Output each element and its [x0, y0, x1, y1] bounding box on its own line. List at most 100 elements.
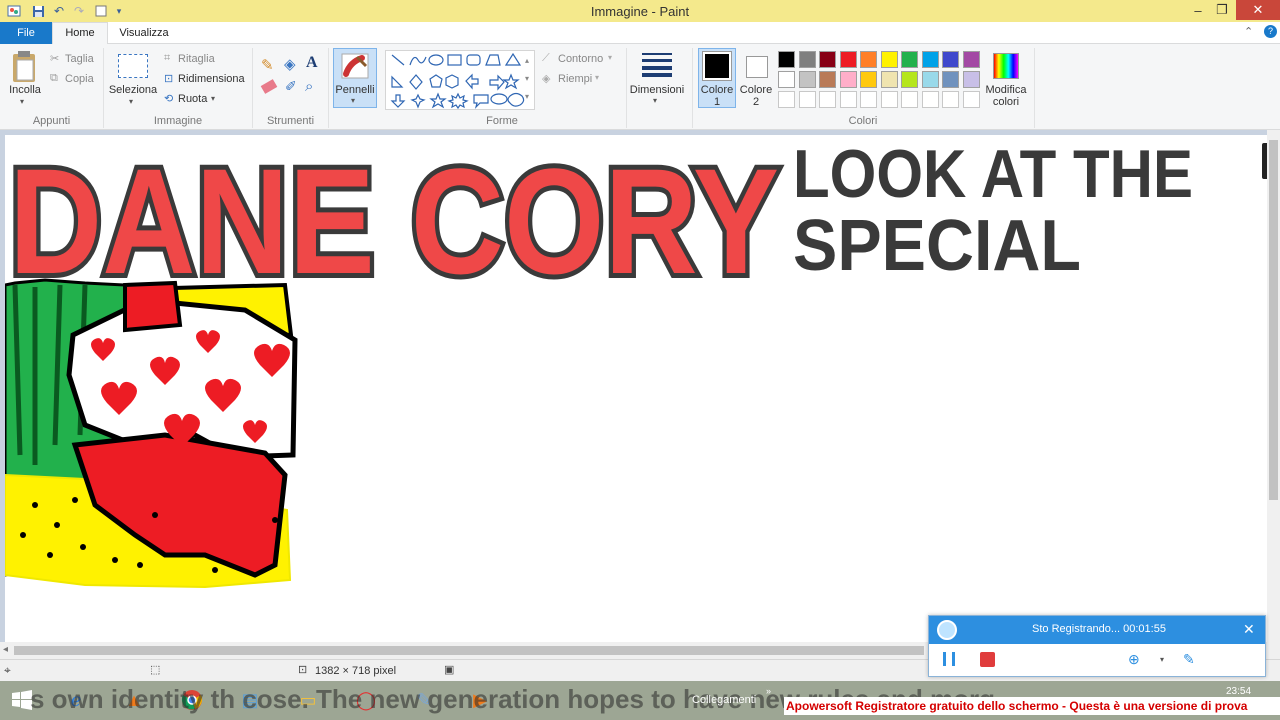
- cut-icon[interactable]: ✂: [50, 52, 59, 65]
- palette-color-swatch[interactable]: [921, 71, 939, 88]
- text-tool-icon[interactable]: A: [306, 54, 318, 72]
- collapse-ribbon-icon[interactable]: ⌃: [1244, 25, 1253, 38]
- fill-icon[interactable]: ◈: [542, 72, 550, 85]
- outline-dropdown-icon[interactable]: ▾: [608, 53, 612, 62]
- custom-color-slot[interactable]: [798, 91, 816, 108]
- paste-dropdown-icon[interactable]: ▾: [20, 97, 24, 106]
- canvas-title-right-line1: LOOK AT THE: [793, 136, 1193, 212]
- palette-color-swatch[interactable]: [798, 71, 816, 88]
- horizontal-scroll-thumb[interactable]: [14, 646, 924, 655]
- restore-button[interactable]: ❐: [1208, 0, 1236, 20]
- brush-icon: [340, 52, 370, 83]
- custom-color-slot[interactable]: [901, 91, 918, 108]
- size-dropdown-icon[interactable]: ▾: [653, 96, 657, 105]
- palette-color-swatch[interactable]: [819, 71, 836, 88]
- select-icon[interactable]: [118, 54, 148, 78]
- shapes-scroll-down-icon[interactable]: ▾: [525, 74, 529, 83]
- palette-color-swatch[interactable]: [819, 51, 836, 68]
- custom-color-slot[interactable]: [921, 91, 939, 108]
- color2-number: 2: [752, 96, 760, 108]
- color1-label: Colore: [700, 84, 734, 96]
- palette-color-swatch[interactable]: [880, 51, 898, 68]
- select-dropdown-icon[interactable]: ▾: [129, 97, 133, 106]
- color2-swatch[interactable]: [746, 56, 768, 78]
- tab-home[interactable]: Home: [52, 22, 108, 45]
- palette-color-swatch[interactable]: [880, 71, 898, 88]
- cut-button[interactable]: Taglia: [65, 53, 94, 65]
- outline-button[interactable]: Contorno: [558, 53, 603, 65]
- artwork: DANE CORY LOOK AT THE SPECIAL: [5, 135, 1193, 589]
- ribbon: Incolla ▾ ✂ Taglia ⧉ Copia Appunti Selez…: [0, 44, 1280, 130]
- palette-color-swatch[interactable]: [839, 71, 857, 88]
- tab-file[interactable]: File: [0, 22, 52, 44]
- eraser-icon[interactable]: [260, 79, 278, 94]
- palette-color-swatch[interactable]: [860, 71, 877, 88]
- resize-icon[interactable]: ⊡: [164, 72, 173, 85]
- palette-color-swatch[interactable]: [942, 51, 959, 68]
- palette-color-swatch[interactable]: [921, 51, 939, 68]
- custom-color-slot[interactable]: [880, 91, 898, 108]
- size-label[interactable]: Dimensioni: [628, 84, 686, 96]
- custom-color-slot[interactable]: [942, 91, 959, 108]
- brushes-dropdown-icon[interactable]: ▾: [351, 96, 355, 105]
- palette-color-swatch[interactable]: [942, 71, 959, 88]
- rotate-dropdown-icon[interactable]: ▾: [211, 94, 215, 103]
- fill-dropdown-icon[interactable]: ▾: [595, 73, 599, 82]
- copy-button[interactable]: Copia: [65, 73, 94, 85]
- recorder-close-icon[interactable]: ✕: [1243, 621, 1255, 638]
- stop-icon[interactable]: [980, 652, 995, 667]
- rotate-button[interactable]: Ruota: [178, 93, 207, 105]
- palette-color-swatch[interactable]: [778, 51, 795, 68]
- palette-color-swatch[interactable]: [962, 51, 980, 68]
- rotate-icon[interactable]: ⟲: [164, 92, 173, 105]
- webcam-dropdown-icon[interactable]: ▾: [1160, 655, 1164, 664]
- custom-color-slot[interactable]: [962, 91, 980, 108]
- custom-color-slot[interactable]: [839, 91, 857, 108]
- annotate-pen-icon[interactable]: ✎: [1183, 651, 1195, 668]
- shapes-gallery[interactable]: [385, 50, 535, 110]
- palette-color-swatch[interactable]: [901, 71, 918, 88]
- palette-color-swatch[interactable]: [839, 51, 857, 68]
- help-icon[interactable]: ?: [1264, 25, 1277, 38]
- palette-color-swatch[interactable]: [901, 51, 918, 68]
- pause-icon[interactable]: [943, 652, 955, 666]
- edit-colors-button[interactable]: Modifica: [980, 84, 1032, 96]
- paste-button[interactable]: [10, 50, 38, 87]
- size-icon[interactable]: [642, 53, 672, 80]
- vertical-scrollbar[interactable]: [1267, 130, 1280, 642]
- select-button[interactable]: Seleziona: [106, 84, 160, 96]
- links-toolbar[interactable]: Collegamenti: [692, 694, 756, 706]
- webcam-icon[interactable]: ⊕: [1128, 651, 1140, 668]
- scroll-left-icon[interactable]: ◂: [3, 644, 8, 655]
- custom-color-slot[interactable]: [860, 91, 877, 108]
- recording-status: Sto Registrando... 00:01:55: [1032, 623, 1166, 635]
- palette-color-swatch[interactable]: [798, 51, 816, 68]
- fill-button[interactable]: Riempi: [558, 73, 592, 85]
- recorder-watermark: Apowersoft Registratore gratuito dello s…: [784, 697, 1280, 715]
- custom-color-slot[interactable]: [778, 91, 795, 108]
- links-toolbar-expand-icon[interactable]: »: [766, 686, 771, 696]
- shapes-scroll-up-icon[interactable]: ▴: [525, 56, 529, 65]
- shapes-more-icon[interactable]: ▾: [525, 92, 529, 101]
- copy-icon[interactable]: ⧉: [50, 72, 58, 85]
- magnifier-icon[interactable]: ⌕: [305, 78, 313, 95]
- palette-color-swatch[interactable]: [860, 51, 877, 68]
- crop-button[interactable]: Ritaglia: [178, 53, 215, 65]
- close-button[interactable]: ✕: [1236, 0, 1280, 20]
- shapes-group-label: Forme: [486, 115, 518, 127]
- crop-icon[interactable]: ⌗: [164, 52, 170, 65]
- fill-bucket-icon[interactable]: ◈: [284, 55, 296, 73]
- cursor-position-icon: ⌖: [4, 663, 11, 677]
- palette-color-swatch[interactable]: [962, 71, 980, 88]
- vertical-scroll-thumb[interactable]: [1269, 140, 1278, 500]
- drawing-canvas[interactable]: DANE CORY LOOK AT THE SPECIAL: [5, 135, 1267, 642]
- color-picker-icon[interactable]: ✐: [285, 78, 297, 95]
- outline-icon[interactable]: ⟋: [542, 52, 550, 65]
- pencil-icon[interactable]: ✎: [261, 56, 274, 74]
- resize-button[interactable]: Ridimensiona: [178, 73, 245, 85]
- custom-color-slot[interactable]: [819, 91, 836, 108]
- edit-colors-icon[interactable]: [993, 53, 1019, 79]
- brushes-label: Pennelli: [335, 84, 375, 96]
- tab-view[interactable]: Visualizza: [112, 22, 176, 44]
- palette-color-swatch[interactable]: [778, 71, 795, 88]
